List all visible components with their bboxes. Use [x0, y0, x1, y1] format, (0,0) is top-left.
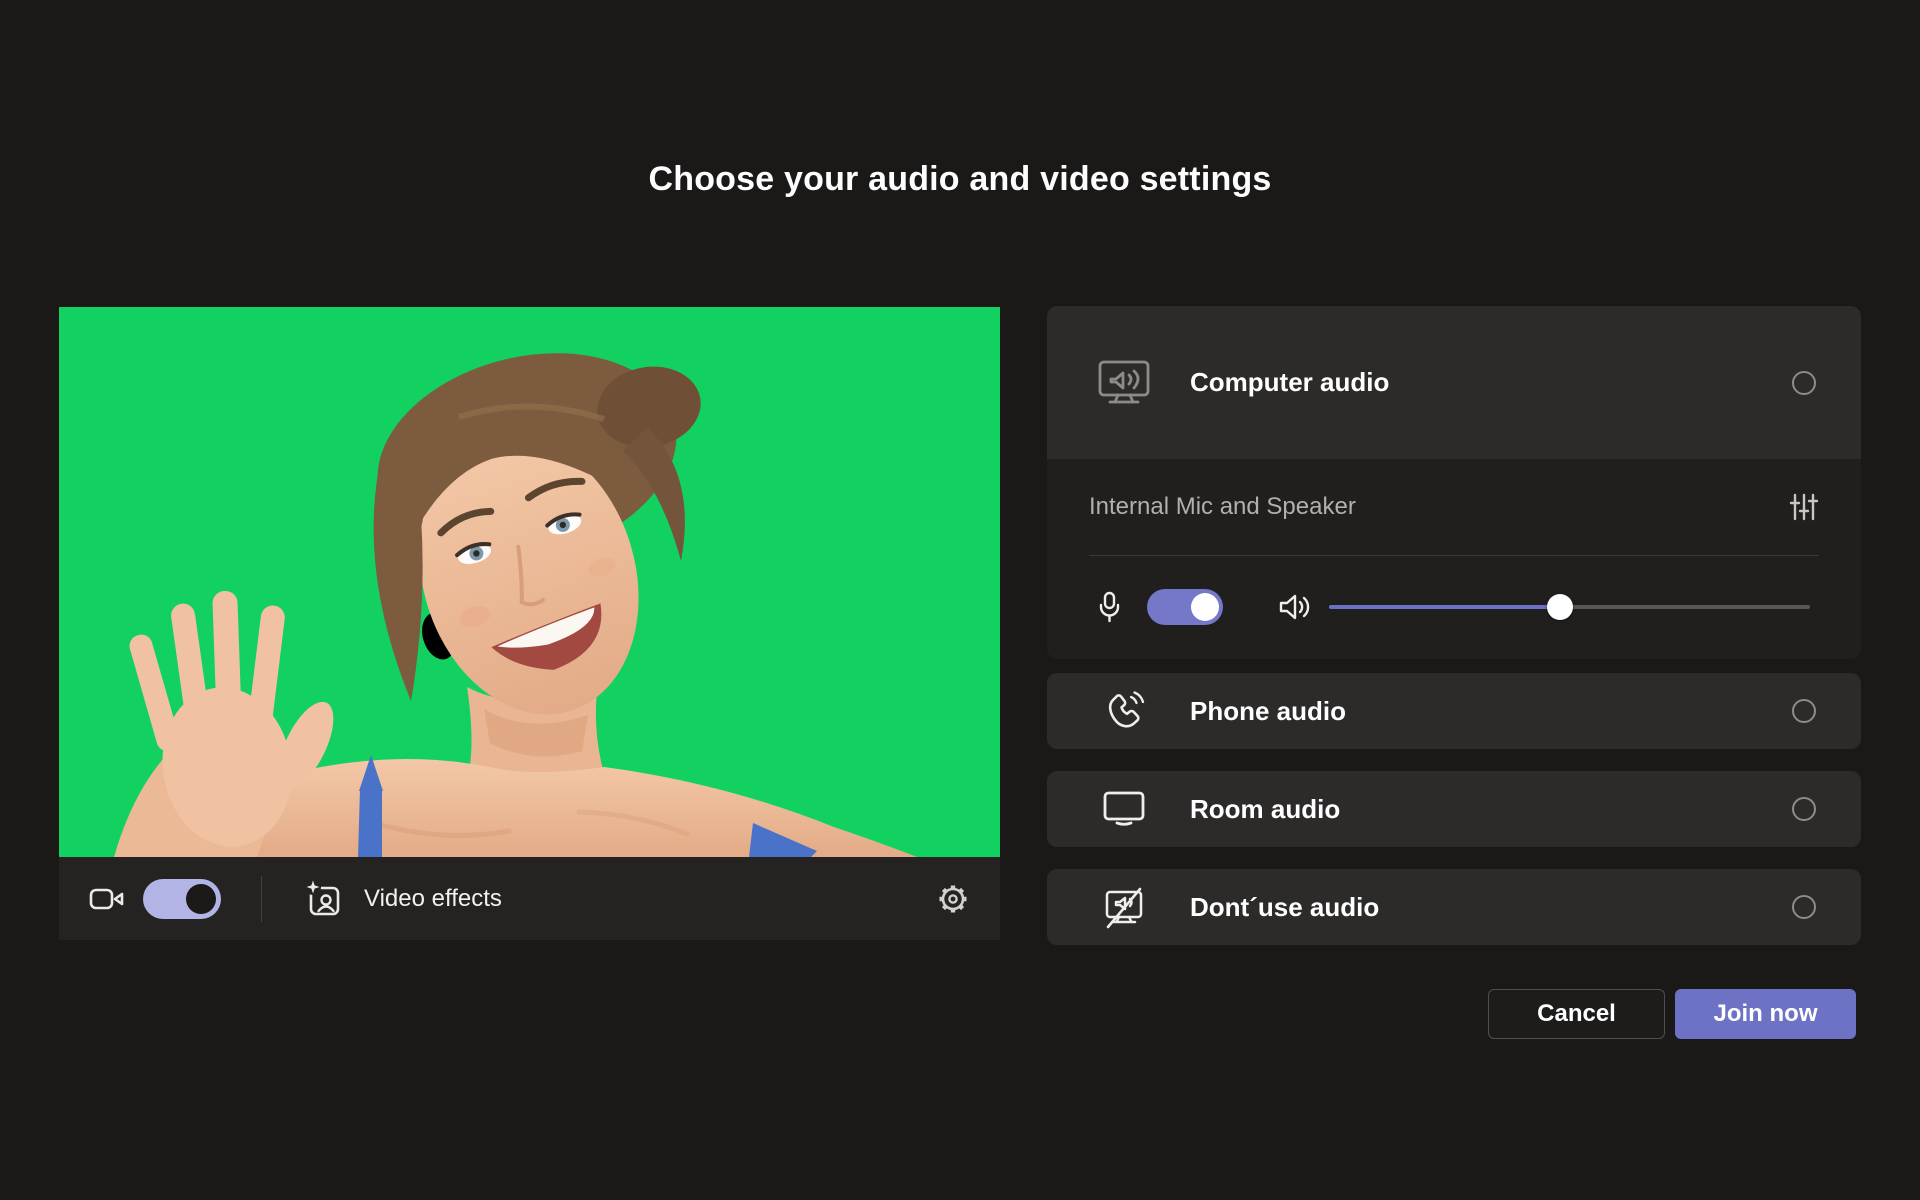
no-audio-radio[interactable] — [1792, 895, 1816, 919]
room-audio-option[interactable]: Room audio — [1047, 771, 1861, 847]
video-effects-icon — [304, 879, 344, 919]
phone-audio-option[interactable]: Phone audio — [1047, 673, 1861, 749]
camera-toggle[interactable] — [143, 879, 221, 919]
phone-audio-icon — [1098, 690, 1150, 732]
equalizer-icon[interactable] — [1789, 492, 1819, 522]
cancel-button[interactable]: Cancel — [1488, 989, 1665, 1039]
video-effects-label[interactable]: Video effects — [364, 885, 502, 913]
no-audio-icon — [1098, 885, 1150, 929]
camera-preview — [59, 307, 1000, 857]
video-toolbar: Video effects — [59, 857, 1000, 940]
camera-toggle-knob — [186, 884, 216, 914]
green-screen-woman-illustration — [59, 307, 1000, 857]
room-audio-label: Room audio — [1190, 794, 1340, 825]
computer-audio-icon — [1098, 360, 1150, 406]
room-audio-radio[interactable] — [1792, 797, 1816, 821]
page-title: Choose your audio and video settings — [0, 160, 1920, 199]
microphone-toggle-knob — [1191, 593, 1219, 621]
computer-audio-option[interactable]: Computer audio — [1047, 306, 1861, 459]
gear-icon[interactable] — [936, 882, 970, 916]
room-audio-icon — [1098, 791, 1150, 827]
video-preview-panel: Video effects — [59, 307, 1000, 940]
no-audio-option[interactable]: Dont´use audio — [1047, 869, 1861, 945]
no-audio-label: Dont´use audio — [1190, 892, 1379, 923]
phone-audio-radio[interactable] — [1792, 699, 1816, 723]
toolbar-divider — [261, 876, 262, 922]
audio-settings-panel: Computer audio Internal Mic and Speaker — [1047, 306, 1861, 945]
volume-slider-thumb[interactable] — [1547, 594, 1573, 620]
join-now-button[interactable]: Join now — [1675, 989, 1856, 1039]
computer-audio-card: Computer audio Internal Mic and Speaker — [1047, 306, 1861, 659]
computer-audio-label: Computer audio — [1190, 367, 1389, 398]
camera-icon — [89, 886, 125, 912]
volume-slider[interactable] — [1329, 594, 1810, 620]
microphone-toggle[interactable] — [1147, 589, 1223, 625]
device-name: Internal Mic and Speaker — [1089, 493, 1356, 521]
microphone-icon — [1098, 591, 1121, 623]
device-settings-section: Internal Mic and Speaker — [1047, 459, 1861, 659]
phone-audio-label: Phone audio — [1190, 696, 1346, 727]
volume-slider-fill — [1329, 605, 1560, 609]
speaker-icon — [1279, 594, 1311, 620]
computer-audio-radio[interactable] — [1792, 371, 1816, 395]
